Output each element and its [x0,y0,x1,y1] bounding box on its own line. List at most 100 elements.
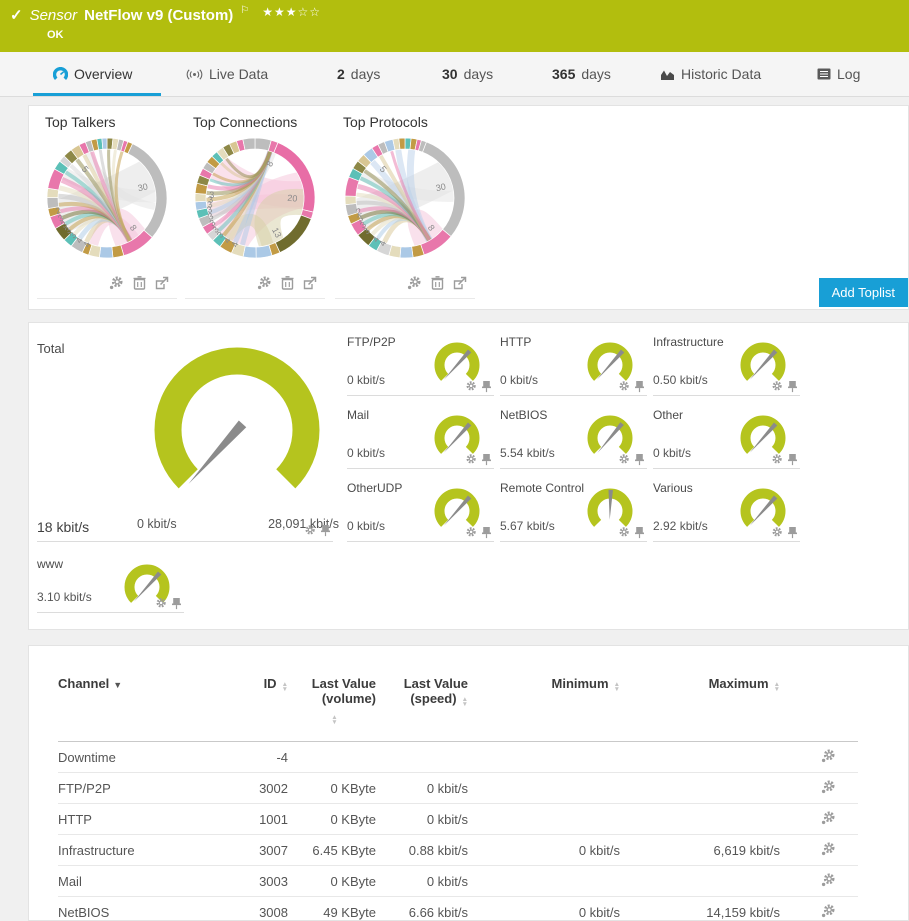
last-value-speed: 0 kbit/s [376,866,468,897]
pin-icon[interactable] [320,524,331,537]
pin-icon[interactable] [481,453,492,466]
gauge-actions [617,380,645,393]
top-talkers-chord-chart[interactable]: 30852333344 [45,136,169,260]
gauge-icon [53,67,68,82]
flag-icon[interactable]: ⚐ [240,5,249,16]
pin-icon[interactable] [481,526,492,539]
tab-2-days[interactable]: 2 days [337,52,380,96]
channel-settings-gear-icon[interactable] [821,841,836,856]
channel-settings-gear-icon[interactable] [821,779,836,794]
gauge-cell-ftp-p2p: FTP/P2P0 kbit/s [347,333,494,396]
sensor-name: NetFlow v9 (Custom) [84,7,233,24]
live-data-icon [186,68,203,81]
last-value-speed [376,742,468,773]
channel-name: HTTP [58,804,226,835]
gear-icon[interactable] [617,453,630,466]
gear-icon[interactable] [770,526,783,539]
pin-icon[interactable] [787,453,798,466]
gauge-cell-total: Total 0 kbit/s 28,091 kbit/s 18 kbit/s [37,333,333,542]
gear-icon[interactable] [464,526,477,539]
pin-icon[interactable] [634,380,645,393]
column-header-last-value-volume[interactable]: Last Value(volume)▲▼ [288,676,376,742]
add-toplist-button[interactable]: Add Toplist [819,278,908,307]
svg-text:20: 20 [287,193,298,204]
column-header-channel[interactable]: Channel▼ [58,676,226,742]
pin-icon[interactable] [634,526,645,539]
gear-icon[interactable] [770,380,783,393]
log-icon [817,68,831,80]
gear-icon[interactable] [617,380,630,393]
pin-icon[interactable] [481,380,492,393]
open-external-link-icon[interactable] [303,276,317,290]
gauge-value: 0 kbit/s [347,446,385,460]
gauge-cell-http: HTTP0 kbit/s [500,333,647,396]
priority-stars[interactable]: ★★★☆☆ [262,5,321,19]
pin-icon[interactable] [787,380,798,393]
channel-row-netbios: NetBIOS300849 KByte6.66 kbit/s0 kbit/s14… [58,897,858,921]
channel-name: Downtime [58,742,226,773]
gear-icon[interactable] [464,453,477,466]
channel-settings-cell [780,866,858,897]
tab-overview[interactable]: Overview [53,52,132,96]
gauge-actions [770,453,798,466]
open-external-link-icon[interactable] [453,276,467,290]
tab-30-days[interactable]: 30 days [442,52,493,96]
column-header-minimum[interactable]: Minimum▲▼ [468,676,620,742]
gauge-actions [464,453,492,466]
top-connections-chord-chart[interactable]: 820134433333333 [193,136,317,260]
maximum-value [620,773,780,804]
channel-name: NetBIOS [58,897,226,921]
maximum-value [620,866,780,897]
status-badge: OK [47,29,64,41]
tab-2-days-number: 2 [337,66,345,82]
top-protocols-chord-chart[interactable]: 3085233344 [343,136,467,260]
svg-text:3: 3 [209,190,214,200]
gauge-value: 5.54 kbit/s [500,446,555,460]
channel-settings-gear-icon[interactable] [109,275,124,290]
last-value-volume: 6.45 KByte [288,835,376,866]
pin-icon[interactable] [171,597,182,610]
gauge-label: Remote Control [500,481,584,495]
channel-settings-gear-icon[interactable] [821,903,836,918]
gear-icon[interactable] [303,524,316,537]
delete-trash-icon[interactable] [431,276,444,290]
channel-settings-gear-icon[interactable] [821,872,836,887]
delete-trash-icon[interactable] [133,276,146,290]
sort-arrows-icon: ▲▼ [282,682,288,692]
gauge-value: 0 kbit/s [653,446,691,460]
active-tab-underline [33,93,161,96]
gear-icon[interactable] [154,597,167,610]
channel-settings-gear-icon[interactable] [257,275,272,290]
gauge-actions [303,524,331,537]
tab-log-label: Log [837,66,860,82]
gear-icon[interactable] [770,453,783,466]
last-value-volume: 0 KByte [288,804,376,835]
gauge-value: 5.67 kbit/s [500,519,555,533]
channel-settings-gear-icon[interactable] [407,275,422,290]
tab-historic-data-label: Historic Data [681,66,761,82]
gauge-value: 2.92 kbit/s [653,519,708,533]
tab-historic-data[interactable]: Historic Data [660,52,761,96]
gauge-cell-various: Various2.92 kbit/s [653,479,800,542]
column-header-id[interactable]: ID▲▼ [226,676,288,742]
tab-live-data[interactable]: Live Data [186,52,268,96]
pin-icon[interactable] [787,526,798,539]
maximum-value [620,742,780,773]
last-value-volume: 49 KByte [288,897,376,921]
pin-icon[interactable] [634,453,645,466]
gear-icon[interactable] [464,380,477,393]
toplists-card: Top Talkers 30852333344 Top Connections … [28,105,909,310]
tab-365-days-number: 365 [552,66,575,82]
channel-settings-gear-icon[interactable] [821,748,836,763]
open-external-link-icon[interactable] [155,276,169,290]
channel-settings-cell [780,897,858,921]
channel-settings-gear-icon[interactable] [821,810,836,825]
gear-icon[interactable] [617,526,630,539]
column-header-maximum[interactable]: Maximum▲▼ [620,676,780,742]
gauge-value: 0 kbit/s [347,519,385,533]
tab-365-days[interactable]: 365 days [552,52,611,96]
delete-trash-icon[interactable] [281,276,294,290]
column-header-last-value-speed[interactable]: Last Value(speed)▲▼ [376,676,468,742]
gauge-cell-www: www 3.10 kbit/s [37,555,184,613]
tab-log[interactable]: Log [817,52,860,96]
